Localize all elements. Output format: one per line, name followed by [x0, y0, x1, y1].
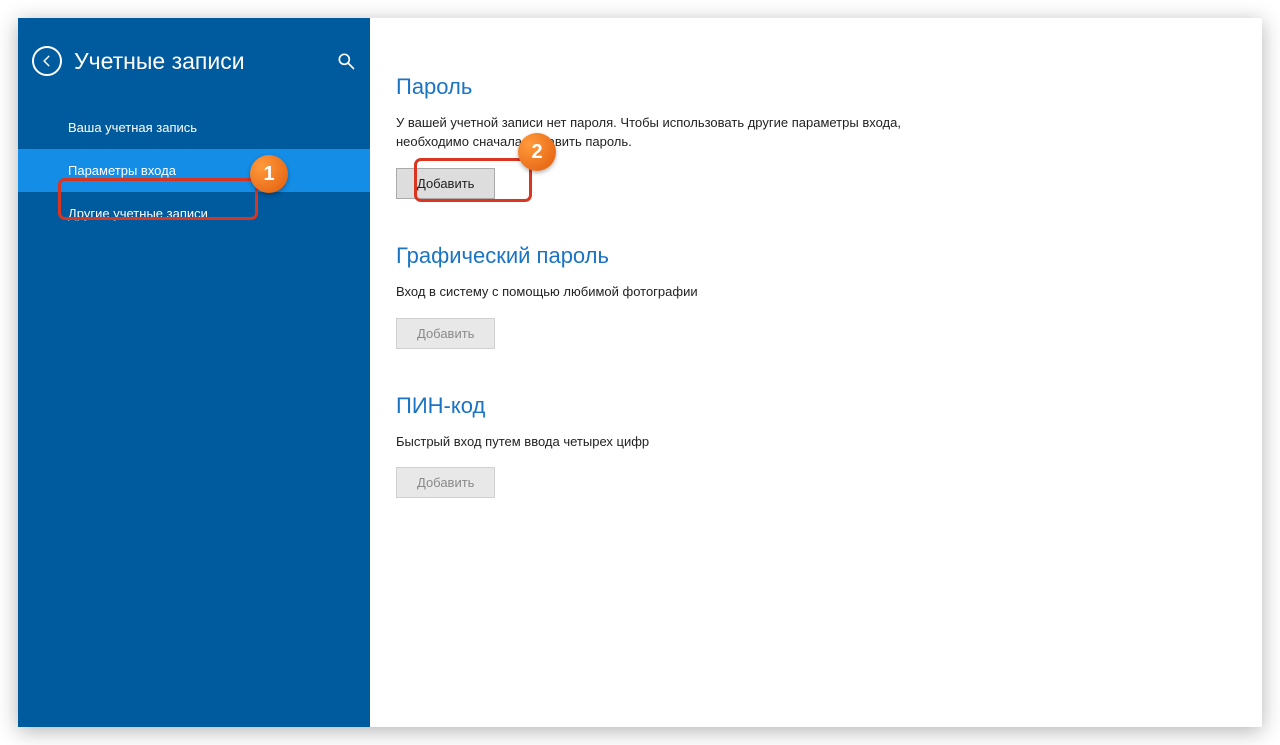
section-title-picture: Графический пароль	[396, 243, 1202, 269]
section-desc-picture: Вход в систему с помощью любимой фотогра…	[396, 283, 936, 302]
section-desc-password: У вашей учетной записи нет пароля. Чтобы…	[396, 114, 936, 152]
sidebar-item-signin-options[interactable]: Параметры входа	[18, 149, 370, 192]
main-content: Пароль У вашей учетной записи нет пароля…	[370, 18, 1262, 727]
arrow-left-icon	[40, 54, 54, 68]
sidebar-item-label: Другие учетные записи	[68, 206, 208, 221]
sidebar-item-other-accounts[interactable]: Другие учетные записи	[18, 192, 370, 235]
add-picture-password-button: Добавить	[396, 318, 495, 349]
back-button[interactable]	[32, 46, 62, 76]
sidebar-item-label: Ваша учетная запись	[68, 120, 197, 135]
sidebar: Учетные записи Ваша учетная запись Парам…	[18, 18, 370, 727]
page-title: Учетные записи	[74, 48, 336, 75]
section-password: Пароль У вашей учетной записи нет пароля…	[396, 74, 1202, 199]
nav-list: Ваша учетная запись Параметры входа Друг…	[18, 106, 370, 235]
section-title-password: Пароль	[396, 74, 1202, 100]
section-desc-pin: Быстрый вход путем ввода четырех цифр	[396, 433, 936, 452]
section-title-pin: ПИН-код	[396, 393, 1202, 419]
add-password-button[interactable]: Добавить	[396, 168, 495, 199]
search-icon[interactable]	[336, 51, 356, 71]
sidebar-header: Учетные записи	[18, 36, 370, 102]
section-picture-password: Графический пароль Вход в систему с помо…	[396, 243, 1202, 349]
settings-window: Учетные записи Ваша учетная запись Парам…	[18, 18, 1262, 727]
sidebar-item-your-account[interactable]: Ваша учетная запись	[18, 106, 370, 149]
sidebar-item-label: Параметры входа	[68, 163, 176, 178]
section-pin: ПИН-код Быстрый вход путем ввода четырех…	[396, 393, 1202, 499]
add-pin-button: Добавить	[396, 467, 495, 498]
